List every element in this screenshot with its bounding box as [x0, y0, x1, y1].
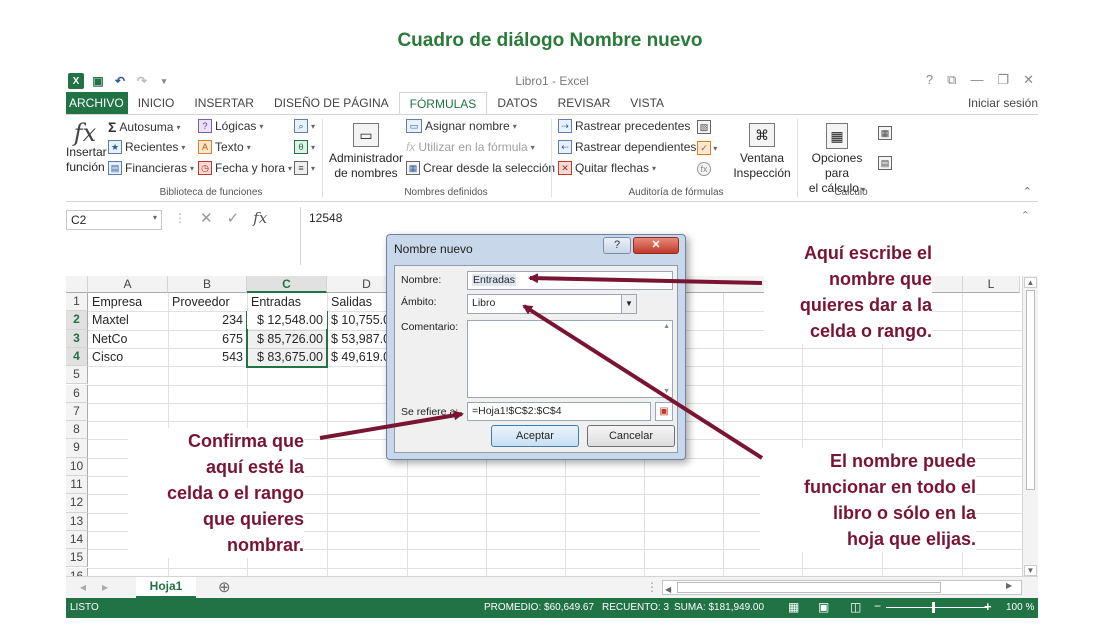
arrow-to-name-field: [528, 273, 763, 285]
arrow-to-scope-field: [522, 304, 764, 460]
callout-arrows: [319, 273, 764, 460]
arrow-to-refers-field: [319, 410, 464, 440]
